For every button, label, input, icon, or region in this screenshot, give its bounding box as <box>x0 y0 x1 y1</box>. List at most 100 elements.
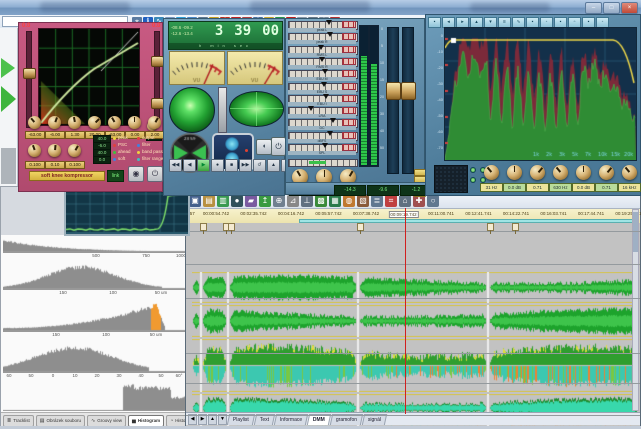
ruler-timestamp: 00:02:35.742 <box>240 211 266 216</box>
status-tab-histogram[interactable]: ▅Histogram <box>128 415 164 427</box>
window-maximize-button[interactable]: □ <box>603 2 620 14</box>
option-toggle[interactable]: filter <box>137 142 151 148</box>
eq-knob-value: 31 Hz <box>480 183 503 192</box>
timeline-marker-flag[interactable] <box>487 223 494 231</box>
compressor-knob[interactable] <box>48 116 61 129</box>
rise-icon[interactable]: ↥ <box>259 195 271 207</box>
save-icon[interactable]: ▣ <box>189 195 201 207</box>
timeline-marker-flag[interactable] <box>512 223 519 231</box>
knob-pointer <box>537 167 542 173</box>
eq-knob[interactable] <box>599 165 614 180</box>
audio-track-waveform-3[interactable] <box>192 339 638 392</box>
transport-button[interactable]: ◀◀ <box>169 159 182 172</box>
meter-row: RMS L <box>288 46 356 57</box>
node-icon[interactable]: ⊕ <box>273 195 285 207</box>
transport-button[interactable]: ■ <box>225 159 238 172</box>
eq-knob[interactable] <box>484 165 499 180</box>
transport-button[interactable]: ▶ <box>197 159 210 172</box>
fader-right[interactable] <box>402 27 414 174</box>
option-toggle[interactable]: ahead <box>113 149 131 155</box>
window-close-button[interactable]: × <box>621 2 638 14</box>
trim-icon[interactable]: ⊥ <box>301 195 313 207</box>
eq-knob[interactable] <box>553 165 568 180</box>
playhead-cursor[interactable] <box>405 208 406 414</box>
timeline-marker-flag[interactable] <box>200 223 207 231</box>
eq-knob[interactable] <box>622 165 637 180</box>
globe-icon[interactable]: ● <box>231 195 243 207</box>
transport-button[interactable]: ● <box>211 159 224 172</box>
link-button[interactable]: link <box>107 170 124 182</box>
compressor-knob[interactable] <box>48 144 61 157</box>
track-separator <box>186 415 640 416</box>
transport-button[interactable]: ▲ <box>267 159 280 172</box>
transport-button[interactable]: ↺ <box>253 159 266 172</box>
option-toggle[interactable]: output <box>137 135 155 141</box>
preset-name-bar[interactable]: soft knee kompressor <box>29 171 105 181</box>
eq-knob[interactable] <box>576 165 591 180</box>
screen-icon[interactable]: ▥ <box>217 195 229 207</box>
folder-icon[interactable]: ▤ <box>203 195 215 207</box>
power-button[interactable]: ⏻ <box>147 166 163 182</box>
vertical-scrollbar[interactable] <box>632 209 639 411</box>
monitor-icon[interactable]: ▩ <box>315 195 327 207</box>
compressor-knob[interactable] <box>28 144 41 157</box>
meter-row: EBU S <box>288 83 356 94</box>
fader-handle[interactable] <box>401 82 416 100</box>
status-tab-obr-zek-souboru[interactable]: ▤Obrázek souboru <box>36 415 85 427</box>
window-minimize-button[interactable]: – <box>585 2 602 14</box>
meter-label: EBU S <box>288 90 356 94</box>
mixer-icon[interactable]: ⌗ <box>385 195 397 207</box>
input-level-slider[interactable] <box>26 31 32 128</box>
sphere-icon[interactable]: ◍ <box>343 195 355 207</box>
scale-number: 5 <box>378 42 386 59</box>
status-tab-groovy-view[interactable]: ∿Groovy view <box>87 415 126 427</box>
docs-icon[interactable]: ≣ <box>371 195 383 207</box>
compressor-knob[interactable] <box>68 144 81 157</box>
power-button[interactable]: ⏻ <box>271 137 286 156</box>
compressor-knob[interactable] <box>28 116 41 129</box>
film-icon[interactable]: ▧ <box>357 195 369 207</box>
home-icon[interactable]: ⌂ <box>399 195 411 207</box>
compressor-knob[interactable] <box>68 116 81 129</box>
image-icon[interactable]: ▦ <box>329 195 341 207</box>
compressor-knob[interactable] <box>108 116 121 129</box>
groove-depth-left-histogram <box>3 260 189 289</box>
option-label: band pass <box>142 149 163 155</box>
circle-icon[interactable]: ○ <box>427 195 439 207</box>
slider-handle[interactable] <box>23 68 36 79</box>
timeline-marker-flag[interactable] <box>228 223 235 231</box>
option-toggle[interactable]: filter range <box>137 156 163 162</box>
chart-icon[interactable]: ▰ <box>245 195 257 207</box>
axis-tick-label: -40 <box>433 92 443 108</box>
audio-track-waveform-2[interactable] <box>192 305 638 337</box>
eq-knob[interactable] <box>507 165 522 180</box>
tab-label: Playlist <box>233 415 249 425</box>
fader-handle[interactable] <box>386 82 401 100</box>
knob-pointer <box>624 167 629 173</box>
fader-left[interactable] <box>387 27 399 174</box>
option-toggle[interactable]: PSC <box>113 142 127 148</box>
status-tab-tracklist[interactable]: ≣Tracklist <box>3 415 34 427</box>
scale-number: 50 <box>378 144 386 161</box>
timeline-marker-flag[interactable] <box>357 223 364 231</box>
option-toggle[interactable]: peak <box>113 135 128 141</box>
tab-label: Tracklist <box>13 416 30 426</box>
knob-pointer <box>54 117 57 122</box>
eq-knob[interactable] <box>530 165 545 180</box>
track-separator <box>186 264 640 265</box>
option-toggle[interactable]: soft <box>113 156 125 162</box>
transport-button[interactable]: ▶▶ <box>239 159 252 172</box>
meter-pointer <box>323 94 329 102</box>
compressor-knob[interactable] <box>88 116 101 129</box>
snapshot-button[interactable]: ◉ <box>128 166 144 182</box>
output-level-slider[interactable] <box>154 31 160 123</box>
option-toggle[interactable]: band pass <box>137 149 163 155</box>
eq-toolbar-button[interactable]: ▪ <box>428 17 441 28</box>
goniometer-scope <box>169 87 215 133</box>
compressor-knob[interactable] <box>148 116 161 129</box>
monitor-button[interactable]: ◖ <box>256 139 272 155</box>
compressor-knob[interactable] <box>128 116 141 129</box>
transport-button[interactable]: ◀ <box>183 159 196 172</box>
track-area[interactable] <box>186 223 640 415</box>
fade-icon[interactable]: ⊿ <box>287 195 299 207</box>
